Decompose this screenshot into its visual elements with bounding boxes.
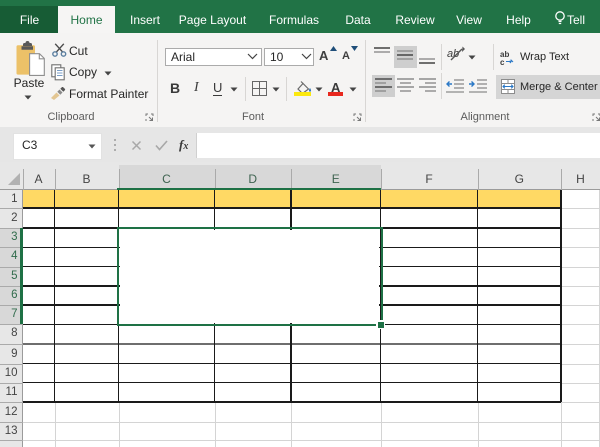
svg-text:c: c bbox=[500, 58, 505, 65]
